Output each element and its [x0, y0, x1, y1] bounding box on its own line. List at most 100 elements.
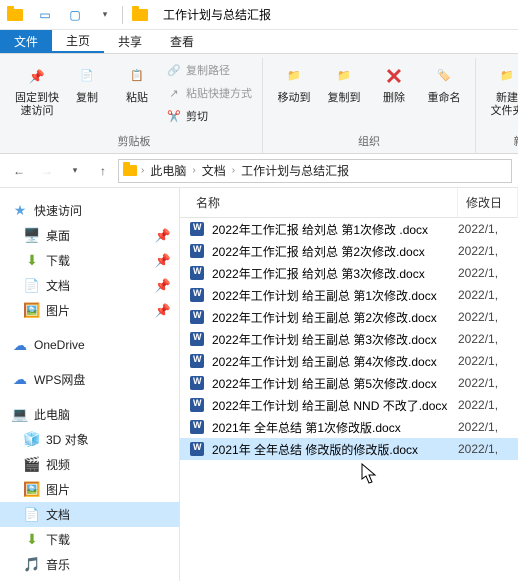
col-modified[interactable]: 修改日 [458, 188, 518, 217]
desktop-icon: 🖥️ [24, 228, 40, 244]
folder-icon [4, 4, 26, 26]
file-row[interactable]: 2021年 全年总结 修改版的修改版.docx2022/1, [180, 438, 518, 460]
copyto-icon: 📁 [330, 62, 358, 90]
chevron-right-icon[interactable]: › [139, 165, 146, 176]
move-icon: 📁 [280, 62, 308, 90]
sidebar-thispc[interactable]: 💻此电脑 [0, 402, 179, 427]
copy-button[interactable]: 📄 复制 [64, 58, 110, 105]
file-row[interactable]: 2022年工作计划 给王副总 第1次修改.docx2022/1, [180, 284, 518, 306]
document-icon: 📄 [24, 507, 40, 523]
tab-home[interactable]: 主页 [52, 30, 104, 53]
sidebar-3d-objects[interactable]: 🧊3D 对象 [0, 427, 179, 452]
paste-button[interactable]: 📋 粘贴 [114, 58, 160, 105]
file-name: 2021年 全年总结 第1次修改版.docx [212, 419, 458, 436]
nav-sidebar: ★快速访问 🖥️桌面📌 ⬇下载📌 📄文档📌 🖼️图片📌 ☁OneDrive ☁W… [0, 188, 180, 581]
tab-share[interactable]: 共享 [104, 30, 156, 53]
sidebar-music[interactable]: 🎵音乐 [0, 552, 179, 577]
chevron-right-icon[interactable]: › [230, 165, 237, 176]
file-name: 2022年工作计划 给王副总 第4次修改.docx [212, 353, 458, 370]
sidebar-quick-access[interactable]: ★快速访问 [0, 198, 179, 223]
forward-button[interactable]: → [34, 158, 60, 184]
file-row[interactable]: 2022年工作计划 给王副总 第5次修改.docx2022/1, [180, 372, 518, 394]
file-date: 2022/1, [458, 288, 518, 302]
file-name: 2021年 全年总结 修改版的修改版.docx [212, 441, 458, 458]
download-icon: ⬇ [24, 253, 40, 269]
up-button[interactable]: ↑ [90, 158, 116, 184]
file-row[interactable]: 2022年工作计划 给王副总 NND 不改了.docx2022/1, [180, 394, 518, 416]
file-name: 2022年工作计划 给王副总 第1次修改.docx [212, 287, 458, 304]
file-list-pane: 名称 修改日 2022年工作汇报 给刘总 第1次修改 .docx2022/1,2… [180, 188, 518, 581]
word-doc-icon [188, 396, 206, 414]
file-row[interactable]: 2022年工作汇报 给刘总 第1次修改 .docx2022/1, [180, 218, 518, 240]
sidebar-pictures[interactable]: 🖼️图片📌 [0, 298, 179, 323]
ribbon-group-new: 📁 新建 文件夹 📄 新 [476, 58, 518, 153]
file-row[interactable]: 2022年工作计划 给王副总 第4次修改.docx2022/1, [180, 350, 518, 372]
file-name: 2022年工作汇报 给刘总 第2次修改.docx [212, 243, 458, 260]
tab-file[interactable]: 文件 [0, 30, 52, 53]
paste-shortcut-button[interactable]: ↗粘贴快捷方式 [164, 83, 254, 103]
file-date: 2022/1, [458, 398, 518, 412]
group-label-organize: 组织 [358, 131, 380, 153]
window-folder-icon [129, 4, 151, 26]
sidebar-downloads-pc[interactable]: ⬇下载 [0, 527, 179, 552]
word-doc-icon [188, 418, 206, 436]
ribbon-group-clipboard: 📌 固定到快 速访问 📄 复制 📋 粘贴 🔗复制路径 ↗粘贴快捷方式 ✂️剪切 … [6, 58, 263, 153]
crumb-current[interactable]: 工作计划与总结汇报 [239, 162, 351, 179]
picture-icon: 🖼️ [24, 303, 40, 319]
file-name: 2022年工作汇报 给刘总 第1次修改 .docx [212, 221, 458, 238]
file-date: 2022/1, [458, 442, 518, 456]
sidebar-pictures-pc[interactable]: 🖼️图片 [0, 477, 179, 502]
tab-view[interactable]: 查看 [156, 30, 208, 53]
file-date: 2022/1, [458, 266, 518, 280]
pin-quick-access-button[interactable]: 📌 固定到快 速访问 [14, 58, 60, 118]
sidebar-documents-pc[interactable]: 📄文档 [0, 502, 179, 527]
sidebar-wps[interactable]: ☁WPS网盘 [0, 367, 179, 392]
move-to-button[interactable]: 📁 移动到 [271, 58, 317, 105]
crumb-documents[interactable]: 文档 [200, 162, 228, 179]
pin-icon: 📌 [155, 303, 171, 319]
file-row[interactable]: 2022年工作计划 给王副总 第2次修改.docx2022/1, [180, 306, 518, 328]
file-row[interactable]: 2021年 全年总结 第1次修改版.docx2022/1, [180, 416, 518, 438]
cut-icon: ✂️ [166, 108, 182, 124]
star-icon: ★ [12, 203, 28, 219]
sidebar-videos[interactable]: 🎬视频 [0, 452, 179, 477]
chevron-right-icon[interactable]: › [190, 165, 197, 176]
crumb-thispc[interactable]: 此电脑 [148, 162, 188, 179]
copy-to-button[interactable]: 📁 复制到 [321, 58, 367, 105]
qat-new-icon[interactable]: ▢ [64, 4, 86, 26]
rename-icon: 🏷️ [430, 62, 458, 90]
new-folder-button[interactable]: 📁 新建 文件夹 [484, 58, 518, 118]
sidebar-documents[interactable]: 📄文档📌 [0, 273, 179, 298]
cut-button[interactable]: ✂️剪切 [164, 106, 254, 126]
qat-dropdown-icon[interactable]: ▾ [94, 4, 116, 26]
word-doc-icon [188, 264, 206, 282]
word-doc-icon [188, 352, 206, 370]
file-name: 2022年工作汇报 给刘总 第3次修改.docx [212, 265, 458, 282]
back-button[interactable]: ← [6, 158, 32, 184]
ribbon-tabs: 文件 主页 共享 查看 [0, 30, 518, 54]
ribbon: 📌 固定到快 速访问 📄 复制 📋 粘贴 🔗复制路径 ↗粘贴快捷方式 ✂️剪切 … [0, 54, 518, 154]
qat-properties-icon[interactable]: ▭ [34, 4, 56, 26]
sidebar-onedrive[interactable]: ☁OneDrive [0, 333, 179, 357]
copy-path-button[interactable]: 🔗复制路径 [164, 60, 254, 80]
nav-bar: ← → ▾ ↑ › 此电脑 › 文档 › 工作计划与总结汇报 [0, 154, 518, 188]
content-area: ★快速访问 🖥️桌面📌 ⬇下载📌 📄文档📌 🖼️图片📌 ☁OneDrive ☁W… [0, 188, 518, 581]
delete-button[interactable]: ✕ 删除 [371, 58, 417, 105]
pc-icon: 💻 [12, 407, 28, 423]
word-doc-icon [188, 374, 206, 392]
recent-dropdown[interactable]: ▾ [62, 158, 88, 184]
file-date: 2022/1, [458, 222, 518, 236]
file-row[interactable]: 2022年工作计划 给王副总 第3次修改.docx2022/1, [180, 328, 518, 350]
file-row[interactable]: 2022年工作汇报 给刘总 第3次修改.docx2022/1, [180, 262, 518, 284]
word-doc-icon [188, 440, 206, 458]
col-name[interactable]: 名称 [180, 188, 458, 217]
rename-button[interactable]: 🏷️ 重命名 [421, 58, 467, 105]
file-row[interactable]: 2022年工作汇报 给刘总 第2次修改.docx2022/1, [180, 240, 518, 262]
path-icon: 🔗 [166, 62, 182, 78]
word-doc-icon [188, 330, 206, 348]
group-label-new: 新 [514, 131, 518, 153]
sidebar-downloads[interactable]: ⬇下载📌 [0, 248, 179, 273]
copy-icon: 📄 [73, 62, 101, 90]
sidebar-desktop[interactable]: 🖥️桌面📌 [0, 223, 179, 248]
address-bar[interactable]: › 此电脑 › 文档 › 工作计划与总结汇报 [118, 159, 512, 183]
